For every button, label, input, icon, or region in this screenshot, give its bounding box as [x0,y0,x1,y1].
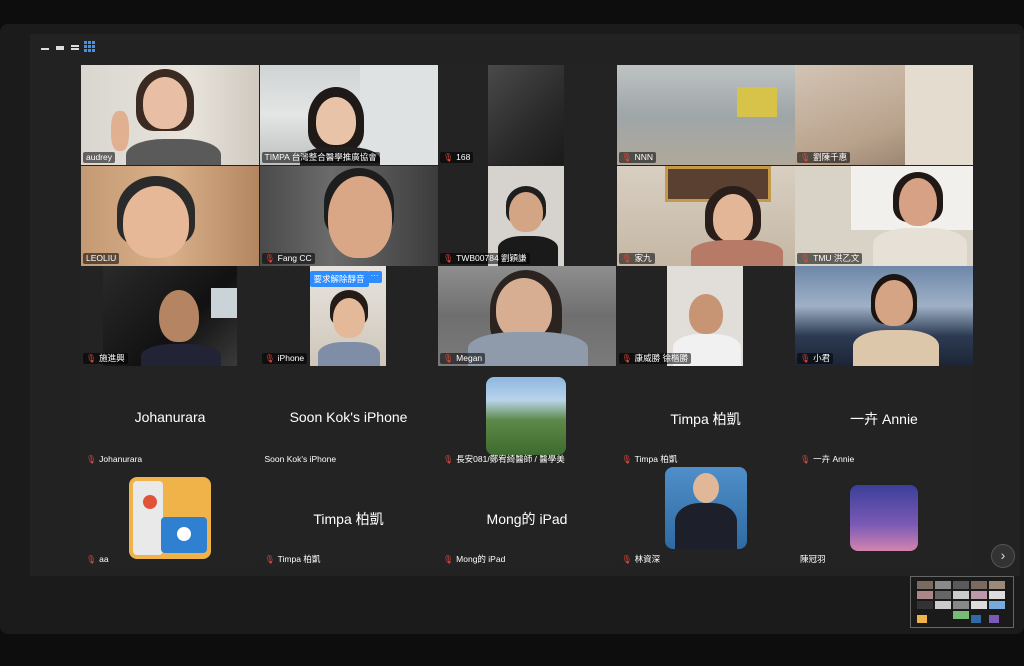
mic-muted-icon: 🎙 [621,354,632,363]
participant-name: 🎙 長安081/鄭宥綺醫師 / 醫學美 [443,453,565,464]
video-tile[interactable]: 🎙 Megan [438,266,616,366]
participant-name: 🎙 一卉 Annie [800,453,855,464]
participant-name: Soon Kok's iPhone [264,453,337,464]
participant-name: TIMPA 台灣整合醫學推廣協會 [261,152,380,163]
mic-muted-icon: 🎙 [621,153,632,162]
minimize-icon[interactable] [40,41,49,50]
mic-muted-icon: 🎙 [264,253,275,263]
participant-name: 🎙 Mong的 iPad [443,554,506,564]
video-tile[interactable]: LEOLIU [81,165,259,266]
video-tile[interactable]: 🎙 NNN [616,65,795,165]
participant-name: 🎙 Timpa 柏凱 [621,453,678,464]
participant-name: 🎙 小君 [797,353,834,364]
request-unmute-button[interactable]: 要求解除靜音 [309,271,369,287]
mic-muted-icon: 🎙 [86,354,97,363]
participant-name: 🎙 劉陳千惠 [797,152,851,163]
video-gallery: audrey TIMPA 台灣整合醫學推廣協會 🎙 168 🎙 NNN 🎙 劉陳千惠 … [81,65,973,567]
mic-muted-icon: 🎙 [264,555,275,564]
participant-name: 🎙 施進興 [83,353,128,364]
video-tile[interactable]: 🎙 TMU 洪乙文 [795,165,973,266]
restore-icon[interactable] [55,41,64,50]
gallery-view-icon[interactable] [84,40,95,52]
profile-picture [850,485,918,551]
mic-muted-icon: 🎙 [443,153,454,162]
participant-name: 🎙 TMU 洪乙文 [797,252,863,264]
maximize-icon[interactable] [70,41,79,50]
mic-muted-icon: 🎙 [86,555,97,564]
view-toolbar [40,38,95,52]
video-tile[interactable]: 🎙 施進興 [81,266,259,366]
participant-display-name: Timpa 柏凱 [670,410,741,427]
video-tile-off[interactable]: 一卉 Annie 🎙 一卉 Annie [795,366,973,467]
participant-name: 🎙 Timpa 柏凱 [264,554,321,564]
mic-muted-icon: 🎙 [621,253,632,263]
video-tile-off[interactable]: Johanurara 🎙 Johanurara [81,366,259,467]
participant-display-name: Soon Kok's iPhone [289,408,408,425]
participant-name: 🎙 NNN [618,152,657,163]
video-tile[interactable]: 🎙 小君 [795,266,973,366]
video-tile[interactable]: 🎙 TWB00784 劉穎謙 [438,165,616,266]
profile-picture [129,477,211,559]
video-tile[interactable]: 🎙 康威勝 徐楷勝 [616,266,795,366]
video-tile[interactable]: 🎙 Fang CC [259,165,438,266]
participant-name: 🎙 168 [440,152,474,163]
mic-muted-icon: 🎙 [800,354,811,363]
participant-name: 🎙 aa [86,554,109,564]
mic-muted-icon: 🎙 [800,153,811,162]
video-tile[interactable]: 🎙 168 [438,65,616,165]
participant-display-name: Mong的 iPad [486,511,568,527]
participant-name: 🎙 iPhone [261,353,308,364]
video-tile[interactable]: 要求解除靜音 ··· 🎙 iPhone [259,266,438,366]
more-options-button[interactable]: ··· [367,271,382,283]
mic-muted-icon: 🎙 [264,354,275,363]
participant-name: LEOLIU [83,252,120,264]
participant-name: 🎙 家九 [618,252,655,264]
participant-display-name: Timpa 柏凱 [313,511,384,527]
video-tile[interactable]: 🎙 家九 [616,165,795,266]
self-view-minimap[interactable] [910,576,1014,628]
video-tile-off[interactable]: 🎙 長安081/鄭宥綺醫師 / 醫學美 [438,366,616,467]
participant-display-name: 一卉 Annie [850,410,918,427]
mic-muted-icon: 🎙 [621,454,632,464]
profile-picture [486,376,566,455]
participant-name: 🎙 Megan [440,353,486,364]
participant-name: 🎙 康威勝 徐楷勝 [618,353,692,364]
video-tile-off[interactable]: 🎙 aa [81,467,259,567]
participant-name: 陳冠羽 [800,554,826,564]
mic-muted-icon: 🎙 [800,253,811,263]
participant-display-name: Johanurara [134,408,206,425]
video-tile-off[interactable]: 🎙 林資深 [616,467,795,567]
video-tile-off[interactable]: Soon Kok's iPhone Soon Kok's iPhone [259,366,438,467]
video-tile-off[interactable]: Timpa 柏凱 🎙 Timpa 柏凱 [259,467,438,567]
participant-name: 🎙 TWB00784 劉穎謙 [440,252,530,264]
participant-name: 🎙 Johanurara [86,453,143,464]
video-tile-active-speaker[interactable]: TIMPA 台灣整合醫學推廣協會 [259,65,438,165]
mic-muted-icon: 🎙 [621,555,632,564]
participant-name: 🎙 Fang CC [261,252,315,264]
participant-name: 🎙 林資深 [621,554,661,564]
mic-muted-icon: 🎙 [800,454,811,464]
participant-name: audrey [83,152,115,163]
profile-picture [664,467,747,549]
mic-muted-icon: 🎙 [443,454,454,464]
mic-muted-icon: 🎙 [443,555,454,564]
mic-muted-icon: 🎙 [443,354,454,363]
video-tile-off[interactable]: Mong的 iPad 🎙 Mong的 iPad [438,467,616,567]
mic-muted-icon: 🎙 [443,253,454,263]
video-tile-off[interactable]: Timpa 柏凱 🎙 Timpa 柏凱 [616,366,795,467]
next-page-button[interactable]: › [991,544,1015,568]
video-tile[interactable]: audrey [81,65,259,165]
video-tile[interactable]: 🎙 劉陳千惠 [795,65,973,165]
mic-muted-icon: 🎙 [86,454,97,464]
video-tile-off[interactable]: 陳冠羽 [795,467,973,567]
